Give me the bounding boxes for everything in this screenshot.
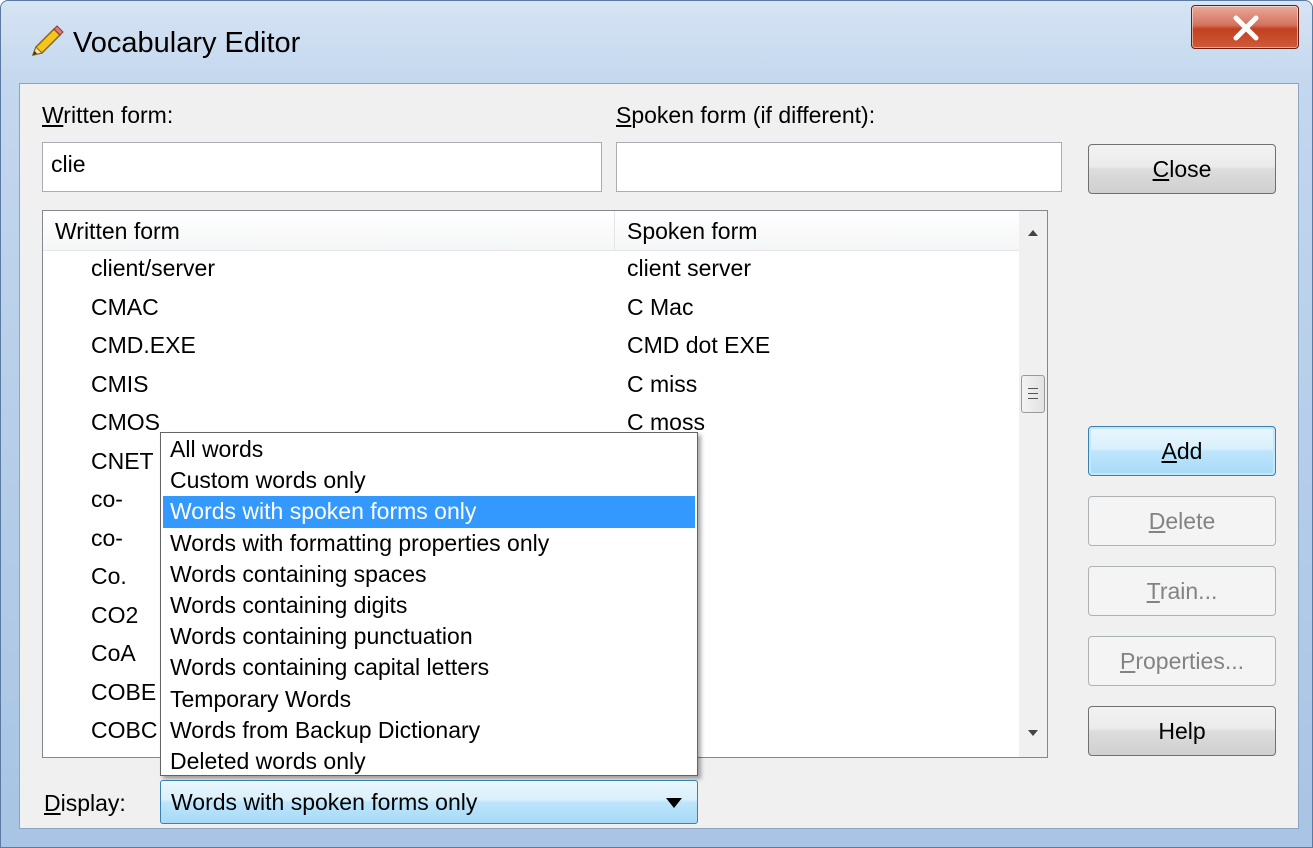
list-item[interactable]: CMAC C Mac (43, 290, 1019, 329)
dropdown-option[interactable]: Custom words only (163, 465, 695, 496)
list-item[interactable]: CMIS C miss (43, 367, 1019, 406)
train-button[interactable]: Train... (1088, 566, 1276, 616)
chevron-down-icon[interactable] (665, 797, 683, 809)
dropdown-option[interactable]: Temporary Words (163, 684, 695, 715)
list-item[interactable]: client/server client server (43, 251, 1019, 290)
dialog-body: Written form: Spoken form (if different)… (19, 83, 1299, 829)
list-item-written: CMIS (91, 370, 149, 397)
column-header-spoken-form[interactable]: Spoken form (615, 211, 1019, 251)
list-item-written: co- (91, 524, 123, 551)
list-item-written: CO2 (91, 601, 139, 628)
dropdown-option[interactable]: Words containing capital letters (163, 652, 695, 683)
window-title: Vocabulary Editor (73, 27, 301, 59)
written-form-label: Written form: (42, 102, 173, 129)
close-button[interactable]: Close (1088, 144, 1276, 194)
list-item-written: CNET (91, 447, 154, 474)
list-item-written: COBC (91, 717, 158, 743)
dropdown-option[interactable]: Words containing punctuation (163, 621, 695, 652)
display-dropdown-list[interactable]: All words Custom words only Words with spo… (160, 432, 698, 776)
dropdown-option[interactable]: Words with spoken forms only (163, 496, 695, 528)
display-combobox[interactable]: Words with spoken forms only (160, 780, 698, 824)
written-form-label-mnemonic: W (42, 102, 64, 128)
window-close-button[interactable] (1191, 5, 1299, 49)
display-label: Display: (44, 790, 126, 817)
pencil-icon (31, 25, 64, 57)
list-item-written: CMAC (91, 293, 159, 320)
dropdown-option[interactable]: Words from Backup Dictionary (163, 715, 695, 746)
list-item-spoken: CMD dot EXE (627, 332, 771, 358)
dropdown-option[interactable]: Words containing digits (163, 590, 695, 621)
dropdown-option[interactable]: Deleted words only (163, 746, 695, 777)
list-item-written: CoA (91, 640, 136, 666)
list-item[interactable]: CMD.EXE CMD dot EXE (43, 328, 1019, 367)
add-button[interactable]: Add (1088, 426, 1276, 476)
list-item-spoken: C Mac (627, 293, 694, 320)
train-button-label: Train... (1146, 577, 1218, 604)
spoken-form-label-mnemonic: S (616, 102, 632, 128)
column-header-written-form[interactable]: Written form (43, 211, 615, 251)
scroll-thumb[interactable] (1021, 375, 1045, 413)
list-item-written: co- (91, 486, 123, 512)
properties-button[interactable]: Properties... (1088, 636, 1276, 686)
delete-button[interactable]: Delete (1088, 496, 1276, 546)
written-form-label-text: ritten form: (63, 102, 174, 128)
scroll-down-arrow-icon[interactable] (1025, 725, 1041, 741)
delete-button-label: Delete (1148, 507, 1216, 534)
properties-button-label: Properties... (1120, 647, 1244, 674)
list-header: Written form Spoken form (43, 211, 1019, 251)
list-item-written: CMOS (91, 409, 160, 435)
list-item-written: CMD.EXE (91, 332, 196, 358)
list-item-spoken: C miss (627, 370, 698, 397)
dropdown-option[interactable]: Words containing spaces (163, 559, 695, 590)
written-form-input[interactable]: clie (42, 142, 602, 192)
spoken-form-input[interactable] (616, 142, 1062, 192)
spoken-form-label: Spoken form (if different): (616, 102, 875, 129)
scroll-up-arrow-icon[interactable] (1025, 225, 1041, 241)
close-icon (1233, 15, 1259, 41)
spoken-form-label-text: poken form (if different): (631, 102, 876, 128)
title-bar[interactable]: Vocabulary Editor (1, 1, 1312, 83)
help-button-label: Help (1158, 717, 1206, 744)
display-label-text: Display: (44, 790, 126, 816)
close-button-label: Close (1152, 155, 1212, 182)
help-button[interactable]: Help (1088, 706, 1276, 756)
dropdown-option[interactable]: Words with formatting properties only (163, 528, 695, 559)
list-vertical-scrollbar[interactable] (1019, 211, 1047, 757)
display-combobox-value: Words with spoken forms only (171, 789, 478, 815)
list-item-written: client/server (91, 255, 215, 281)
list-item-written: Co. (91, 563, 127, 589)
list-item-written: COBE (91, 678, 157, 705)
dropdown-option[interactable]: All words (163, 434, 695, 465)
vocabulary-editor-window: Vocabulary Editor Written form: Spoken f… (0, 0, 1313, 848)
list-item-spoken: client server (627, 255, 751, 281)
add-button-label: Add (1161, 437, 1203, 464)
